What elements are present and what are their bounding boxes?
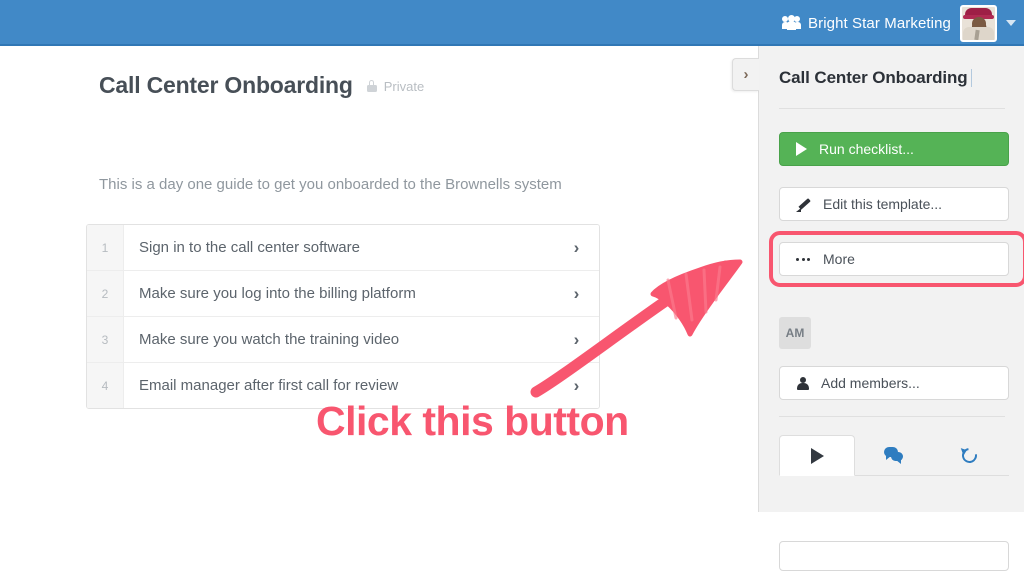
add-members-button[interactable]: Add members... <box>779 366 1009 400</box>
checklist-task-list: 1 Sign in to the call center software › … <box>86 224 600 409</box>
lock-icon <box>366 80 377 92</box>
person-icon <box>796 376 809 390</box>
tab-activity[interactable] <box>779 435 855 476</box>
task-number: 4 <box>87 363 124 408</box>
privacy-badge: Private <box>366 78 425 94</box>
task-title: Email manager after first call for revie… <box>139 377 399 394</box>
task-title: Make sure you log into the billing platf… <box>139 285 416 302</box>
table-row[interactable]: 3 Make sure you watch the training video… <box>87 317 599 363</box>
table-row[interactable]: 2 Make sure you log into the billing pla… <box>87 271 599 317</box>
task-title: Sign in to the call center software <box>139 239 360 256</box>
avatar[interactable] <box>960 4 997 42</box>
sidebar-tab-bar <box>779 435 1009 476</box>
divider <box>779 108 1005 109</box>
edit-template-label: Edit this template... <box>823 196 943 212</box>
more-label: More <box>823 251 855 267</box>
people-icon <box>781 15 801 30</box>
run-checklist-button[interactable]: Run checklist... <box>779 132 1009 166</box>
more-button[interactable]: More <box>779 242 1009 276</box>
chevron-down-icon[interactable] <box>1006 20 1016 26</box>
page-header: Call Center Onboarding Private <box>99 72 424 99</box>
run-checklist-label: Run checklist... <box>819 141 914 157</box>
history-icon <box>958 444 980 466</box>
organization-name: Bright Star Marketing <box>808 14 951 32</box>
topbar-right-group: Bright Star Marketing <box>781 0 1016 46</box>
member-avatar-initials[interactable]: AM <box>779 317 811 349</box>
chevron-right-icon[interactable]: › <box>554 363 599 408</box>
privacy-label: Private <box>383 78 425 94</box>
sidebar-title-row[interactable]: Call Center Onboarding <box>779 68 973 88</box>
chevron-right-icon[interactable]: › <box>554 317 599 362</box>
sidebar-bottom-input[interactable] <box>779 541 1009 571</box>
sidebar-collapse-toggle[interactable]: › <box>732 58 759 91</box>
page-title: Call Center Onboarding <box>99 72 353 98</box>
task-number: 2 <box>87 271 124 316</box>
table-row[interactable]: 4 Email manager after first call for rev… <box>87 363 599 408</box>
task-number: 1 <box>87 225 124 270</box>
play-icon <box>796 142 807 156</box>
sidebar-title: Call Center Onboarding <box>779 68 968 87</box>
task-number: 3 <box>87 317 124 362</box>
main-content: Call Center Onboarding Private This is a… <box>0 46 758 512</box>
chevron-right-icon[interactable]: › <box>554 225 599 270</box>
pencil-icon <box>796 197 811 212</box>
organization-switcher[interactable]: Bright Star Marketing <box>781 14 951 32</box>
divider <box>779 416 1005 417</box>
add-members-label: Add members... <box>821 375 920 391</box>
tab-comments[interactable] <box>855 435 931 475</box>
play-icon <box>810 447 824 464</box>
text-cursor <box>970 69 973 87</box>
chevron-right-icon[interactable]: › <box>554 271 599 316</box>
ellipsis-icon <box>796 257 811 261</box>
page-description: This is a day one guide to get you onboa… <box>99 176 562 193</box>
top-navigation-bar: Bright Star Marketing <box>0 0 1024 46</box>
comments-icon <box>883 447 903 464</box>
right-sidebar-panel: › Call Center Onboarding Run checklist..… <box>732 46 1024 571</box>
tab-history[interactable] <box>931 435 1007 475</box>
edit-template-button[interactable]: Edit this template... <box>779 187 1009 221</box>
table-row[interactable]: 1 Sign in to the call center software › <box>87 225 599 271</box>
task-title: Make sure you watch the training video <box>139 331 400 348</box>
